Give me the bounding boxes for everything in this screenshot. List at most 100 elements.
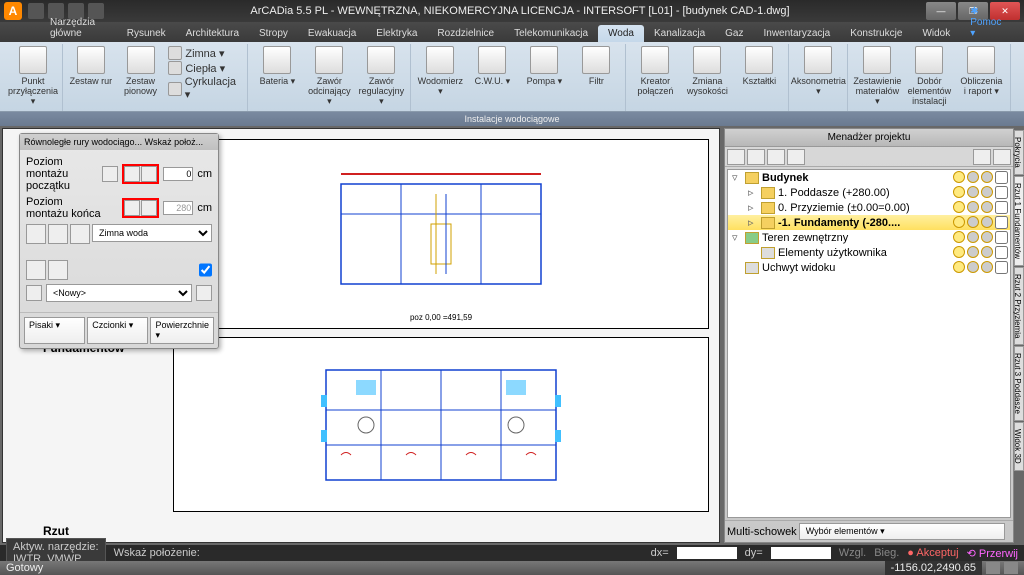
btn-opcje[interactable]: Opcje	[1015, 44, 1024, 88]
vtab-3d[interactable]: Widok 3D	[1014, 422, 1024, 471]
expand-icon[interactable]: ▿	[732, 231, 742, 244]
app-logo[interactable]: A	[4, 2, 22, 20]
expand-icon[interactable]: ▹	[748, 216, 758, 229]
lock-icon[interactable]	[967, 186, 979, 198]
vtab-poddasze[interactable]: Rzut 3 Poddasze	[1014, 346, 1024, 421]
tab-ewakuacja[interactable]: Ewakuacja	[298, 25, 366, 42]
tree-check[interactable]	[995, 186, 1008, 199]
btn-bateria[interactable]: Bateria ▾	[252, 44, 302, 88]
tab-telekomunikacja[interactable]: Telekomunikacja	[504, 25, 598, 42]
expand-icon[interactable]: ▹	[748, 201, 758, 214]
bulb-icon[interactable]	[953, 201, 965, 213]
element-select-dropdown[interactable]: Wybór elementów ▾	[799, 523, 1005, 540]
style-select[interactable]: <Nowy>	[46, 284, 192, 302]
bulb-icon[interactable]	[953, 231, 965, 243]
opt-przerwij[interactable]: ⟲ Przerwij	[967, 547, 1018, 560]
tree-row-przyziemie[interactable]: ▹ 0. Przyziemie (±0.00=0.00)	[728, 200, 1010, 215]
ref-pick-icon[interactable]	[102, 166, 118, 182]
pm-tool-3-icon[interactable]	[767, 149, 785, 165]
tab-gaz[interactable]: Gaz	[715, 25, 753, 42]
style-checkbox[interactable]	[199, 260, 212, 280]
btn-zawor-odcinajacy[interactable]: Zawór odcinający ▾	[304, 44, 354, 108]
water-type-select[interactable]: Zimna woda	[92, 224, 212, 242]
tab-kanalizacja[interactable]: Kanalizacja	[644, 25, 715, 42]
opt-akceptuj[interactable]: ● Akceptuj	[907, 547, 958, 559]
drop-czcionki[interactable]: Czcionki ▾	[87, 317, 148, 344]
style-more-icon[interactable]	[196, 285, 212, 301]
tab-widok[interactable]: Widok	[912, 25, 960, 42]
lock-icon[interactable]	[967, 216, 979, 228]
btn-zimna[interactable]: Zimna ▾	[168, 46, 241, 60]
tab-rozdzielnice[interactable]: Rozdzielnice	[427, 25, 504, 42]
btn-cyrkulacja[interactable]: Cyrkulacja ▾	[168, 76, 241, 101]
opt-wzgl[interactable]: Wzgl.	[839, 547, 867, 559]
btn-pompa[interactable]: Pompa ▾	[519, 44, 569, 88]
input-poziom-poczatku[interactable]	[163, 167, 193, 181]
lock-icon[interactable]	[967, 201, 979, 213]
print-icon[interactable]	[981, 201, 993, 213]
lock-icon[interactable]	[967, 261, 979, 273]
tree-row-fundamenty[interactable]: ▹ -1. Fundamenty (-280....	[728, 215, 1010, 230]
tool-icon-1[interactable]	[26, 224, 46, 244]
btn-zestaw-pionowy[interactable]: Zestaw pionowy	[117, 44, 165, 98]
bulb-icon[interactable]	[953, 186, 965, 198]
pm-options-icon[interactable]	[993, 149, 1011, 165]
status-icon-1[interactable]	[986, 562, 1000, 574]
style-save-icon[interactable]	[26, 285, 42, 301]
btn-zmiana-wysokosci[interactable]: Zmiana wysokości	[682, 44, 732, 98]
tree-check[interactable]	[995, 216, 1008, 229]
pm-filter-icon[interactable]	[973, 149, 991, 165]
print-icon[interactable]	[981, 261, 993, 273]
style-icon-1[interactable]	[26, 260, 46, 280]
print-icon[interactable]	[981, 171, 993, 183]
lock-icon[interactable]	[967, 246, 979, 258]
style-icon-2[interactable]	[48, 260, 68, 280]
project-tree[interactable]: ▿ Budynek ▹ 1. Poddasze (+280.00) ▹ 0. P…	[727, 169, 1011, 518]
bulb-icon[interactable]	[953, 246, 965, 258]
btn-wodomierz[interactable]: Wodomierz ▾	[415, 44, 465, 98]
btn-filtr[interactable]: Filtr	[571, 44, 621, 88]
drop-pisaki[interactable]: Pisaki ▾	[24, 317, 85, 344]
print-icon[interactable]	[981, 216, 993, 228]
dx-input[interactable]	[677, 547, 737, 559]
vtab-pokrycia[interactable]: Pokrycia	[1014, 130, 1024, 175]
print-icon[interactable]	[981, 246, 993, 258]
vtab-fundamentow[interactable]: Rzut 1 Fundamentów	[1014, 176, 1024, 266]
tool-icon-3[interactable]	[70, 224, 90, 244]
input-poziom-konca[interactable]	[163, 201, 193, 215]
tree-check[interactable]	[995, 261, 1008, 274]
btn-zestaw-rur[interactable]: Zestaw rur	[67, 44, 115, 88]
pm-tool-2-icon[interactable]	[747, 149, 765, 165]
pm-title[interactable]: Menadżer projektu	[725, 129, 1013, 147]
btn-punkt-przylaczenia[interactable]: Punkt przyłączenia ▾	[8, 44, 58, 108]
tree-check[interactable]	[995, 171, 1008, 184]
btn-aksonometria[interactable]: Aksonometria ▾	[793, 44, 843, 98]
btn-ciepla[interactable]: Ciepła ▾	[168, 61, 241, 75]
btn-obliczenia[interactable]: Obliczenia i raport ▾	[956, 44, 1006, 98]
expand-icon[interactable]: ▿	[732, 171, 742, 184]
drop-powierzchnie[interactable]: Powierzchnie ▾	[150, 317, 214, 344]
dy-input[interactable]	[771, 547, 831, 559]
tree-row-uchwyt[interactable]: Uchwyt widoku	[728, 260, 1010, 275]
tab-architektura[interactable]: Architektura	[176, 25, 249, 42]
pm-tool-1-icon[interactable]	[727, 149, 745, 165]
tab-inwentaryzacja[interactable]: Inwentaryzacja	[754, 25, 841, 42]
tab-elektryka[interactable]: Elektryka	[366, 25, 427, 42]
tab-stropy[interactable]: Stropy	[249, 25, 298, 42]
level-btn-4[interactable]	[141, 200, 157, 216]
status-icon-2[interactable]	[1004, 562, 1018, 574]
btn-zestawienie[interactable]: Zestawienie materiałów ▾	[852, 44, 902, 108]
tree-check[interactable]	[995, 246, 1008, 259]
tree-row-elementy[interactable]: Elementy użytkownika	[728, 245, 1010, 260]
opt-bieg[interactable]: Bieg.	[874, 547, 899, 559]
tree-check[interactable]	[995, 201, 1008, 214]
print-icon[interactable]	[981, 231, 993, 243]
btn-cwu[interactable]: C.W.U. ▾	[467, 44, 517, 88]
expand-icon[interactable]: ▹	[748, 186, 758, 199]
btn-ksztaltki[interactable]: Kształtki	[734, 44, 784, 88]
tree-check[interactable]	[995, 231, 1008, 244]
vtab-przyziemia[interactable]: Rzut 2 Przyziemia	[1014, 267, 1024, 345]
tab-rysunek[interactable]: Rysunek	[117, 25, 176, 42]
tree-row-budynek[interactable]: ▿ Budynek	[728, 170, 1010, 185]
tool-icon-2[interactable]	[48, 224, 68, 244]
